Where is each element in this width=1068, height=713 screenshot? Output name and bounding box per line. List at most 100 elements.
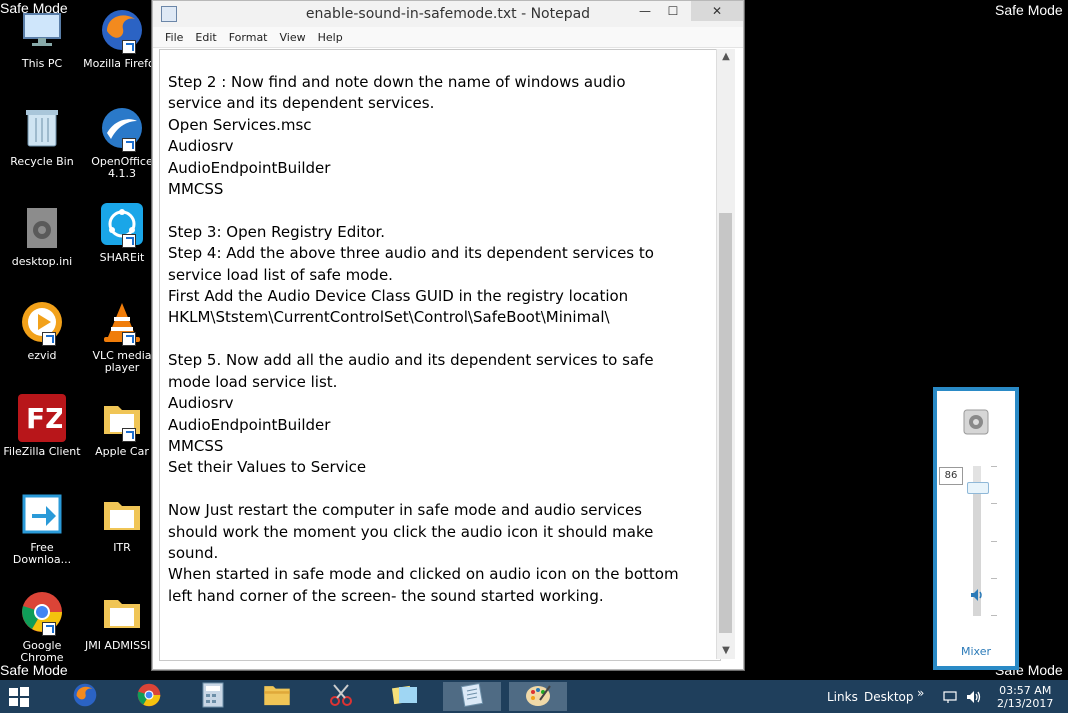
speaker-device-icon[interactable] <box>961 407 991 437</box>
desktop-icon-label: This PC <box>21 57 63 70</box>
free-download-icon <box>18 490 66 538</box>
taskbar-notepad[interactable] <box>443 682 501 711</box>
menu-edit[interactable]: Edit <box>195 31 216 44</box>
notepad-line: Step 4: Add the above three audio and it… <box>168 244 654 263</box>
desktop-icon-label: Google Chrome <box>20 639 64 664</box>
desktop-icon-filezilla[interactable]: FZ FileZilla Client <box>0 394 84 458</box>
gear-file-icon <box>18 204 66 252</box>
notepad-line <box>168 329 710 350</box>
desktop-icon-desktop-ini[interactable]: desktop.ini <box>0 204 84 268</box>
desktop-icon-label: Recycle Bin <box>10 155 74 168</box>
notepad-line: AudioEndpointBuilder <box>168 415 331 434</box>
volume-slider-thumb[interactable] <box>967 482 989 494</box>
desktop-icon-free-download[interactable]: Free Downloa... <box>0 490 84 566</box>
this-pc-icon <box>18 6 66 54</box>
notepad-line: HKLM\Ststem\CurrentControlSet\Control\Sa… <box>168 308 610 327</box>
menu-view[interactable]: View <box>280 31 306 44</box>
mixer-link[interactable]: Mixer <box>937 645 1015 658</box>
start-button[interactable] <box>8 686 30 708</box>
notepad-line: First Add the Audio Device Class GUID in… <box>168 287 629 306</box>
desktop: Safe Mode Safe Mode Safe Mode Safe Mode … <box>0 0 1068 680</box>
notepad-line: Open Services.msc <box>168 115 312 134</box>
clock-time: 03:57 AM <box>999 684 1052 697</box>
desktop-icon-label: FileZilla Client <box>3 445 81 458</box>
taskbar-calculator[interactable] <box>184 682 242 711</box>
notepad-line: service load list of safe mode. <box>168 265 393 284</box>
maximize-button[interactable]: ☐ <box>659 1 687 21</box>
taskbar-snipping-tool[interactable] <box>312 682 370 711</box>
shortcut-arrow-icon <box>122 40 136 54</box>
desktop-icon-recycle-bin[interactable]: Recycle Bin <box>0 104 84 168</box>
notepad-line: left hand corner of the screen- the soun… <box>168 586 604 605</box>
folder-icon <box>98 490 146 538</box>
system-clock[interactable]: 03:57 AM 2/13/2017 <box>997 684 1053 710</box>
folder-icon <box>98 394 146 442</box>
notepad-line: AudioEndpointBuilder <box>168 158 331 177</box>
vertical-scrollbar[interactable]: ▲ ▼ <box>716 49 735 659</box>
taskbar-links-toolbar[interactable]: Links <box>827 690 858 704</box>
paint-palette-icon <box>524 682 552 712</box>
sticky-notes-icon <box>391 683 419 711</box>
mute-speaker-icon[interactable] <box>969 587 985 603</box>
filezilla-icon: FZ <box>18 394 66 442</box>
notepad-line: Audiosrv <box>168 137 234 156</box>
notepad-line: Step 5. Now add all the audio and its de… <box>168 351 654 370</box>
notepad-title-bar[interactable]: enable-sound-in-safemode.txt - Notepad —… <box>153 1 743 27</box>
notepad-line: service and its dependent services. <box>168 94 435 113</box>
menu-file[interactable]: File <box>165 31 183 44</box>
svg-text:FZ: FZ <box>26 402 62 435</box>
shortcut-arrow-icon <box>122 234 136 248</box>
safe-mode-watermark-bottom-left: Safe Mode <box>0 662 68 678</box>
notepad-content: Step 2 : Now find and note down the name… <box>168 72 710 607</box>
folder-icon <box>98 588 146 636</box>
notepad-line: mode load service list. <box>168 372 338 391</box>
firefox-icon <box>72 682 98 712</box>
safe-mode-watermark-top-right: Safe Mode <box>995 2 1063 18</box>
taskbar-paint[interactable] <box>509 682 567 711</box>
taskbar-file-explorer[interactable] <box>248 682 306 711</box>
shortcut-arrow-icon <box>122 332 136 346</box>
toolbar-overflow-chevron[interactable]: » <box>917 686 924 700</box>
menu-help[interactable]: Help <box>318 31 343 44</box>
notepad-line: MMCSS <box>168 180 224 199</box>
taskbar-desktop-toolbar[interactable]: Desktop <box>864 690 914 704</box>
recycle-bin-icon <box>18 104 66 152</box>
volume-tray-icon[interactable] <box>966 689 982 703</box>
notepad-icon <box>459 682 485 712</box>
chrome-icon <box>18 588 66 636</box>
volume-popup: 86 Mixer <box>933 387 1019 670</box>
notepad-window[interactable]: enable-sound-in-safemode.txt - Notepad —… <box>152 0 744 670</box>
notepad-menu-bar: File Edit Format View Help <box>153 27 743 48</box>
scrollbar-thumb[interactable] <box>719 213 732 633</box>
notepad-line: Step 2 : Now find and note down the name… <box>168 73 626 91</box>
notepad-line <box>168 479 710 500</box>
volume-ticks <box>991 466 997 616</box>
chrome-icon <box>136 682 162 712</box>
notepad-text-area[interactable]: Step 2 : Now find and note down the name… <box>159 49 721 661</box>
desktop-icon-this-pc[interactable]: This PC <box>0 6 84 70</box>
firefox-icon <box>98 6 146 54</box>
taskbar-sticky-notes[interactable] <box>376 682 434 711</box>
notepad-line: Audiosrv <box>168 394 234 413</box>
folder-icon <box>263 683 291 711</box>
taskbar-chrome[interactable] <box>120 682 178 711</box>
desktop-icon-chrome[interactable]: Google Chrome <box>0 588 84 664</box>
minimize-button[interactable]: — <box>631 1 659 21</box>
notepad-line: Set their Values to Service <box>168 458 367 477</box>
ezvid-icon <box>18 298 66 346</box>
shareit-icon <box>98 200 146 248</box>
scroll-up-arrow-icon[interactable]: ▲ <box>717 49 735 65</box>
notepad-line: MMCSS <box>168 436 224 455</box>
openoffice-icon <box>98 104 146 152</box>
notepad-line <box>168 200 710 221</box>
close-button[interactable]: ✕ <box>691 1 743 21</box>
notepad-line: should work the moment you click the aud… <box>168 522 654 541</box>
desktop-icon-ezvid[interactable]: ezvid <box>0 298 84 362</box>
scroll-down-arrow-icon[interactable]: ▼ <box>717 643 735 659</box>
action-center-flag-icon[interactable] <box>943 689 957 703</box>
menu-format[interactable]: Format <box>229 31 268 44</box>
desktop-icon-label: desktop.ini <box>11 255 73 268</box>
calculator-icon <box>202 682 224 712</box>
taskbar-firefox[interactable] <box>56 682 114 711</box>
shortcut-arrow-icon <box>122 428 136 442</box>
